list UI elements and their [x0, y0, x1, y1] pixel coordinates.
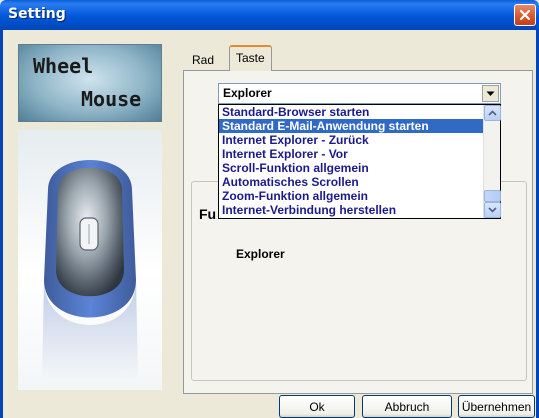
mouse-image — [18, 130, 162, 390]
mouse-illustration — [42, 160, 138, 380]
dropdown-item[interactable]: Zoom-Funktion allgemein — [219, 189, 483, 203]
title-bar[interactable]: Setting — [0, 0, 539, 30]
combobox-dropdown-button[interactable] — [482, 85, 499, 102]
logo-line-1: Wheel — [33, 54, 94, 78]
dropdown-item[interactable]: Automatisches Scrollen — [219, 175, 483, 189]
chevron-up-icon — [488, 110, 497, 116]
function-dropdown-list[interactable]: Standard-Browser starten Standard E-Mail… — [218, 104, 501, 219]
chevron-down-icon — [486, 91, 495, 96]
dropdown-item[interactable]: Standard-Browser starten — [219, 105, 483, 119]
window-title: Setting — [8, 6, 66, 22]
scroll-up-button[interactable] — [484, 105, 501, 121]
dropdown-item-selected[interactable]: Standard E-Mail-Anwendung starten — [219, 119, 483, 133]
cancel-button[interactable]: Abbruch — [362, 395, 452, 418]
close-button[interactable] — [514, 4, 536, 26]
ok-button[interactable]: Ok — [279, 395, 355, 418]
dropdown-item[interactable]: Scroll-Funktion allgemein — [219, 161, 483, 175]
dropdown-item[interactable]: Internet Explorer - Vor — [219, 147, 483, 161]
tab-rad[interactable]: Rad — [186, 49, 220, 71]
function-group-label: Fu — [199, 206, 217, 222]
dropdown-scrollbar[interactable] — [483, 105, 501, 218]
combobox-value: Explorer — [223, 86, 272, 100]
function-value-label: Explorer — [236, 247, 285, 261]
dropdown-item[interactable]: Internet-Verbindung herstellen — [219, 203, 483, 217]
wheel-mouse-logo: Wheel Mouse — [18, 44, 162, 122]
chevron-down-icon — [488, 207, 497, 213]
logo-line-2: Mouse — [81, 87, 142, 111]
scroll-thumb[interactable] — [484, 190, 501, 202]
apply-button[interactable]: Übernehmen — [458, 395, 535, 418]
scroll-down-button[interactable] — [484, 202, 501, 218]
dropdown-items: Standard-Browser starten Standard E-Mail… — [219, 105, 483, 217]
close-icon — [519, 9, 531, 21]
function-combobox[interactable]: Explorer — [218, 83, 501, 104]
dropdown-item[interactable]: Internet Explorer - Zurück — [219, 133, 483, 147]
tab-taste[interactable]: Taste — [229, 45, 272, 71]
